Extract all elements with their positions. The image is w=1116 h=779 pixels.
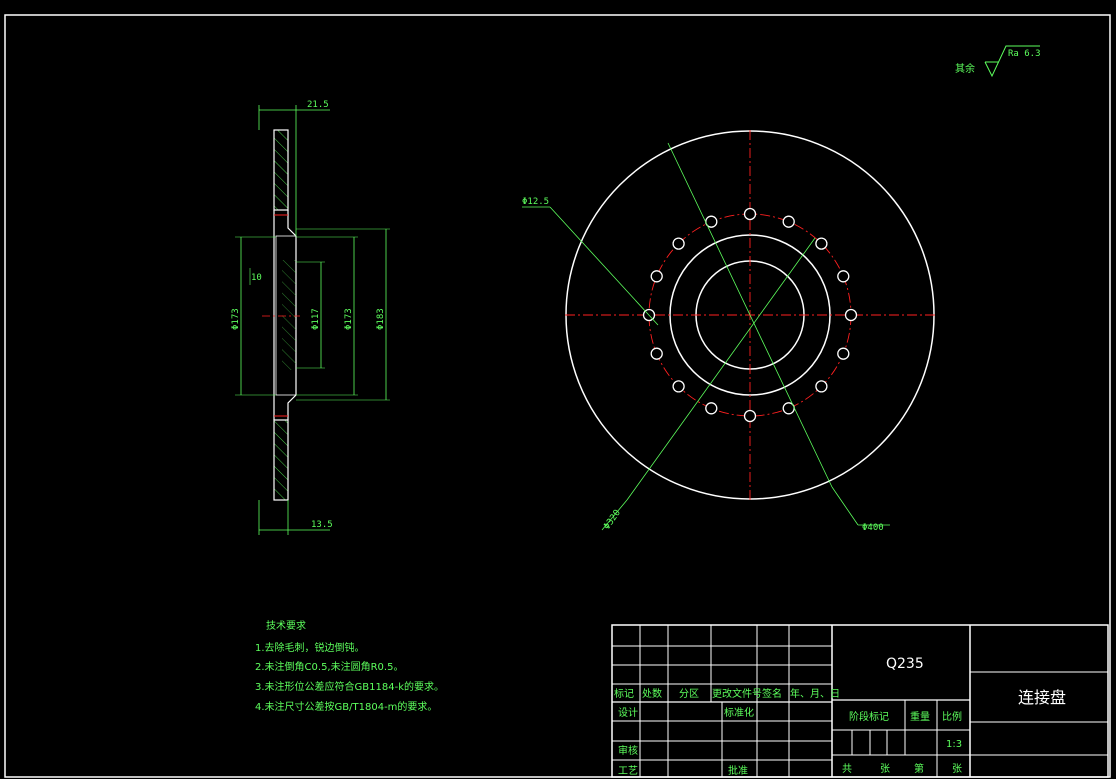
tech-note-1: 1.去除毛刺，锐边倒钝。: [255, 641, 365, 654]
bolt-hole: [672, 380, 685, 393]
tech-note-4: 4.未注尺寸公差按GB/T1804-m的要求。: [255, 700, 437, 713]
bolt-hole: [815, 380, 828, 393]
drawing-border: [4, 14, 1111, 778]
part-name: 连接盘: [1018, 688, 1066, 707]
bolt-hole: [837, 347, 850, 360]
side-section-view: 21.5 13.5 Φ173 10 Φ117 Φ173 Φ183: [231, 100, 390, 535]
dim-hole-dia: Φ12.5: [522, 197, 549, 207]
rev-header-mark: 标记: [614, 688, 634, 700]
dim-outer-400: Φ400: [862, 523, 884, 533]
bolt-hole: [650, 347, 663, 360]
bolt-hole: [743, 207, 757, 221]
label-total: 共: [842, 763, 852, 775]
bolt-hole: [837, 270, 850, 283]
scale-value: 1:3: [946, 739, 962, 750]
rev-header-doc: 更改文件号: [712, 687, 762, 700]
label-review: 审核: [618, 744, 638, 757]
bolt-hole: [782, 215, 795, 228]
bolt-hole: [844, 308, 858, 322]
label-process: 工艺: [618, 765, 638, 777]
label-sheets: 张: [880, 763, 890, 775]
label-page: 第: [914, 762, 924, 775]
bolt-hole: [705, 402, 718, 415]
title-block-text: 标记 处数 分区 更改文件号 签名 年、月、日 设计 标准化 审核 工艺 批准 …: [614, 656, 1066, 777]
dim-top-width: 21.5: [307, 100, 329, 110]
bolt-hole: [650, 270, 663, 283]
technical-notes: 技术要求 1.去除毛刺，锐边倒钝。 2.未注倒角C0.5,未注圆角R0.5。 3…: [255, 619, 444, 713]
rev-header-zone: 分区: [679, 688, 699, 700]
roughness-prefix: 其余: [955, 62, 975, 75]
rev-header-count: 处数: [642, 687, 662, 700]
dim-bolt-320: Φ320: [602, 508, 623, 532]
label-page-sheet: 张: [952, 763, 962, 775]
roughness-symbol: 其余 Ra 6.3: [955, 45, 1041, 78]
dim-mid-dia: Φ173: [344, 308, 354, 330]
dim-bottom-width: 13.5: [311, 520, 333, 530]
bolt-hole: [743, 409, 757, 423]
label-design: 设计: [618, 706, 638, 719]
tech-note-2: 2.未注倒角C0.5,未注圆角R0.5。: [255, 660, 403, 673]
dim-inner-dia: Φ117: [311, 308, 321, 330]
label-weight: 重量: [910, 710, 930, 723]
bolt-hole: [672, 237, 685, 250]
bolt-hole: [815, 237, 828, 250]
material: Q235: [886, 656, 924, 672]
label-scale: 比例: [942, 710, 962, 723]
drawing-canvas: 其余 Ra 6.3 21.5 13.5 Φ173 10 Φ117 Φ173 Φ1…: [4, 14, 1111, 778]
label-stage-mark: 阶段标记: [849, 710, 889, 723]
dim-outer-dia: Φ183: [376, 308, 386, 330]
rev-header-date: 年、月、日: [790, 687, 840, 700]
tech-notes-title: 技术要求: [266, 619, 306, 632]
front-view: Φ400 Φ320 Φ12.5: [522, 130, 936, 533]
dim-step: 10: [251, 273, 262, 283]
label-approve: 批准: [728, 764, 748, 777]
rev-header-sign: 签名: [762, 687, 782, 700]
tech-note-3: 3.未注形位公差应符合GB1184-k的要求。: [255, 680, 444, 693]
roughness-value: Ra 6.3: [1008, 49, 1041, 59]
label-standardize: 标准化: [724, 706, 754, 719]
dim-left-dia: Φ173: [231, 308, 241, 330]
